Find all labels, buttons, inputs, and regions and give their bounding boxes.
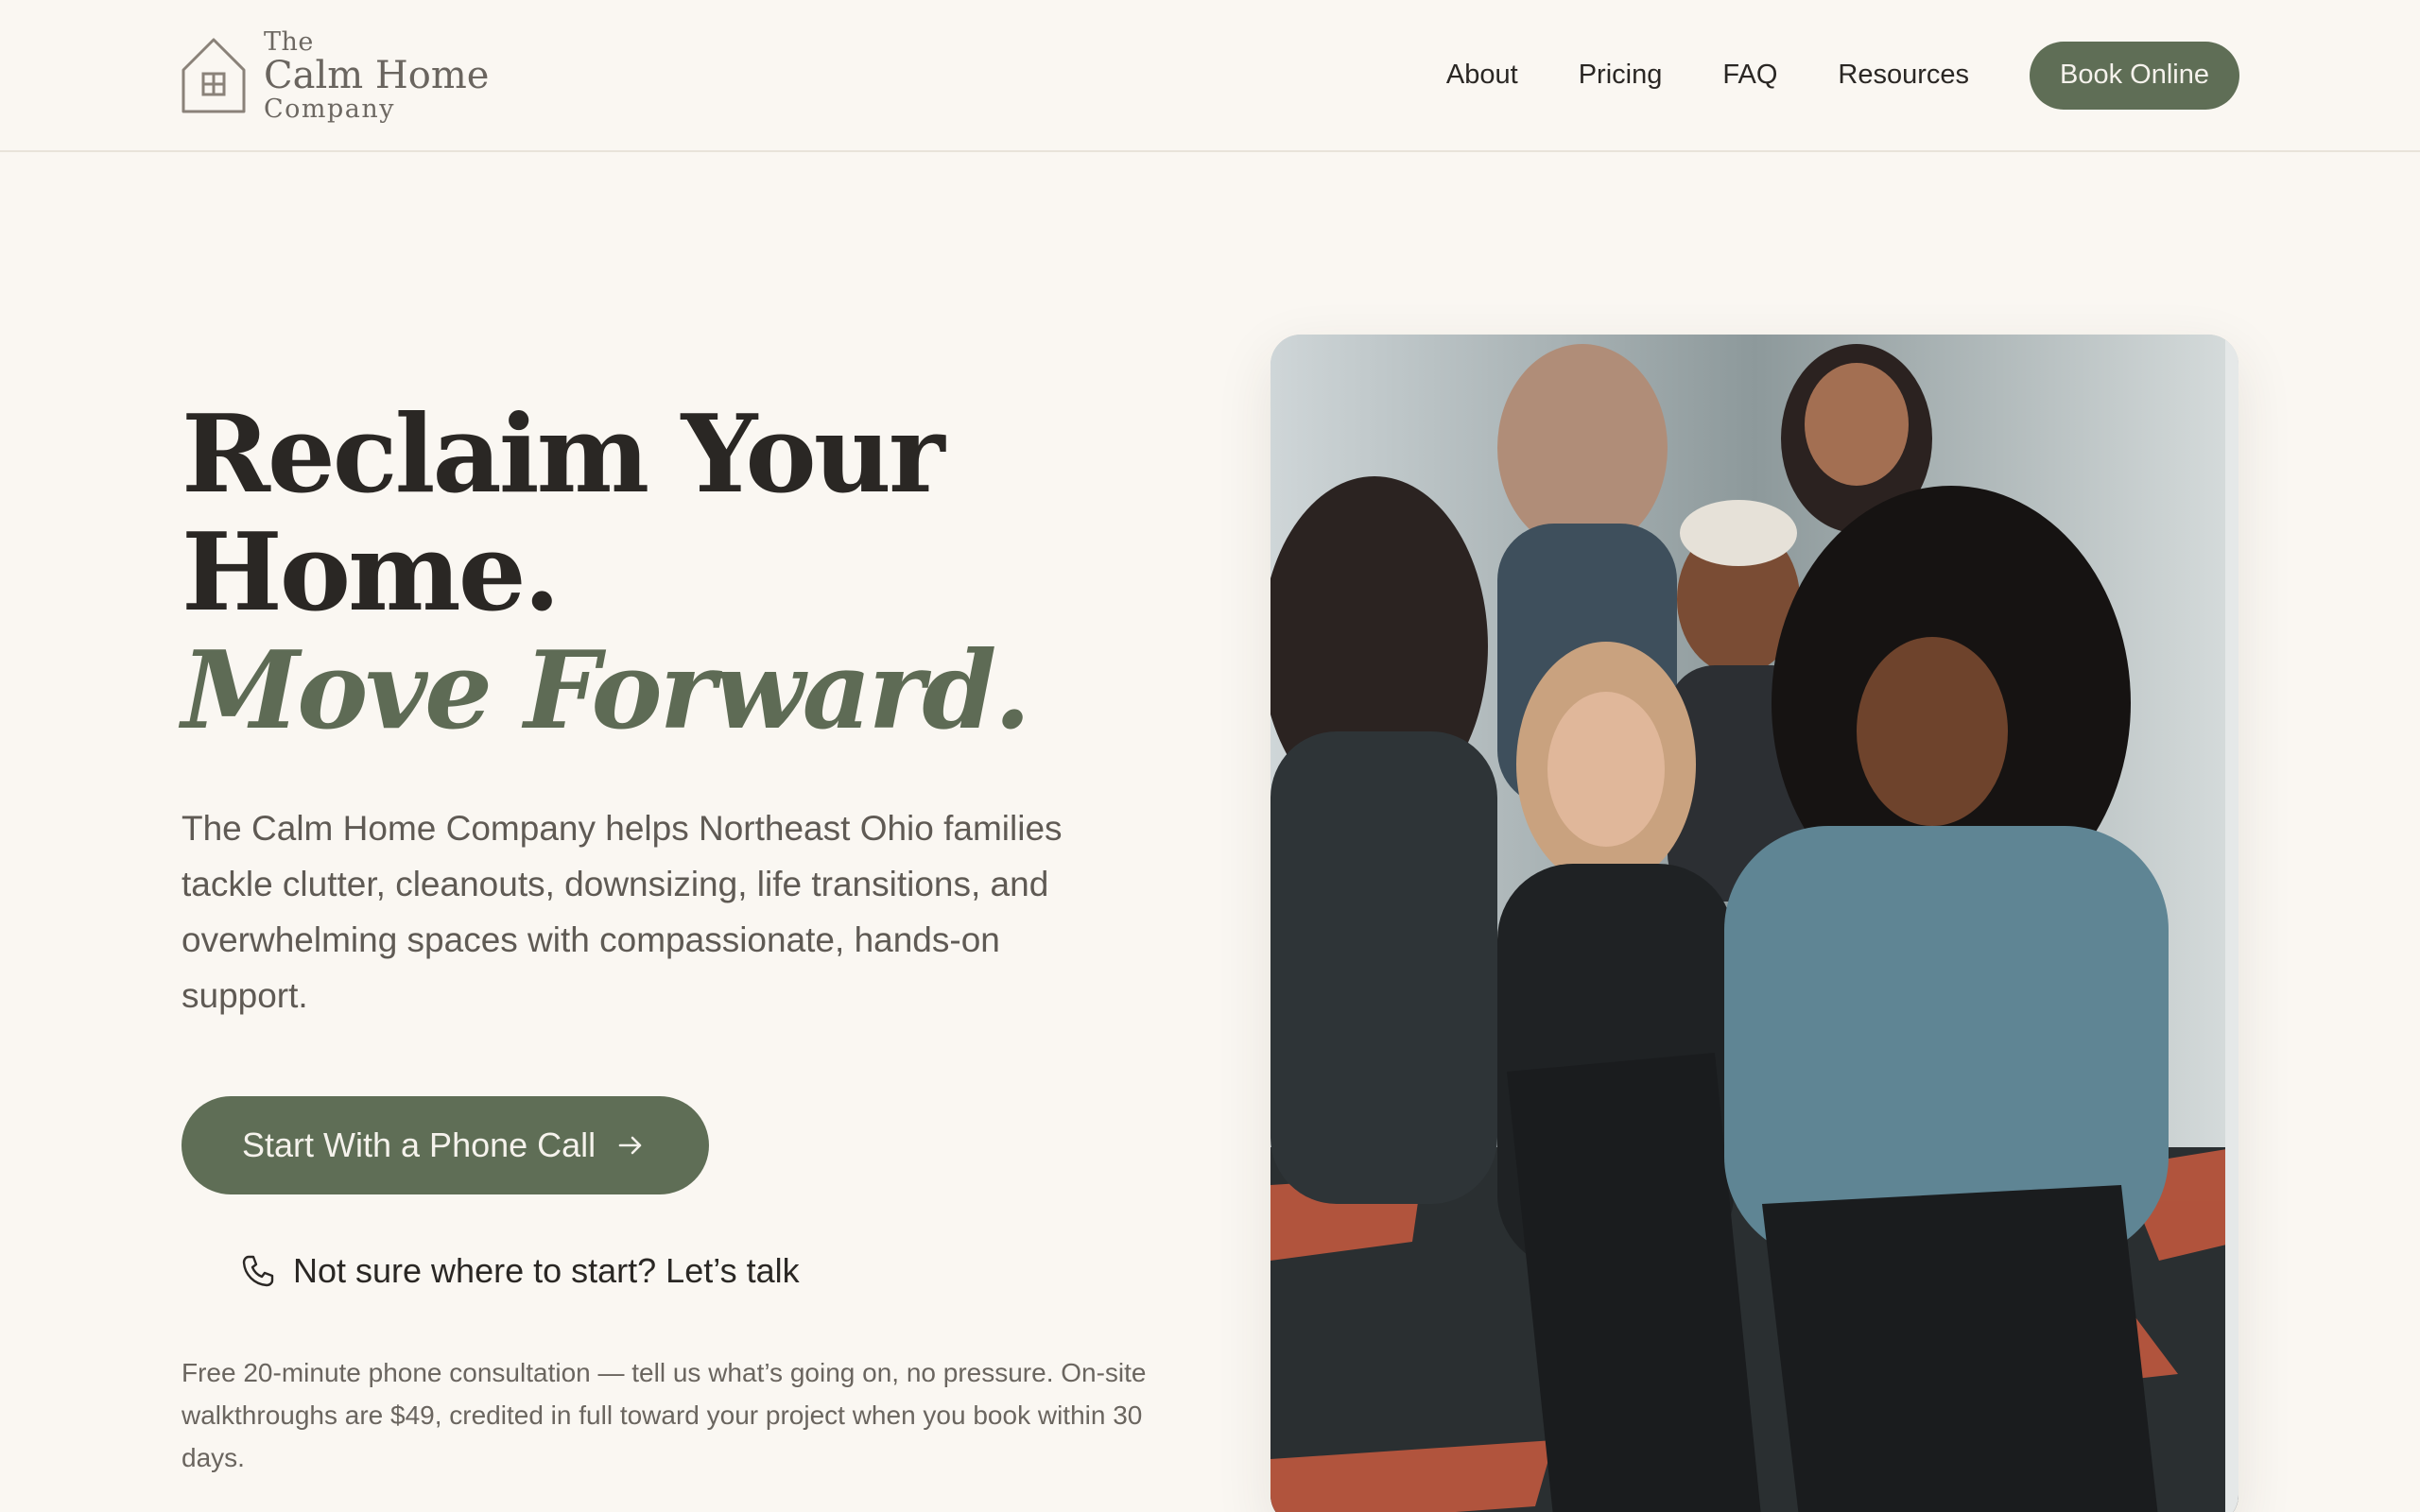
start-phone-call-button[interactable]: Start With a Phone Call	[182, 1096, 710, 1194]
book-online-button[interactable]: Book Online	[2030, 41, 2239, 110]
brand-name: Calm Home	[264, 53, 490, 97]
group-photo-illustration	[1270, 335, 2238, 1512]
phone-icon	[242, 1255, 274, 1287]
hero-headline: Reclaim Your Home. Move Forward.	[182, 395, 1184, 749]
headline-accent: Move Forward.	[182, 627, 1031, 753]
nav-faq[interactable]: FAQ	[1722, 60, 1777, 91]
headline-line-1: Reclaim Your	[182, 391, 945, 517]
nav-pricing[interactable]: Pricing	[1579, 60, 1663, 91]
arrow-right-icon	[618, 1136, 642, 1155]
main-nav: About Pricing FAQ Resources Book Online	[1446, 41, 2239, 110]
site-header: The Calm Home Company About Pricing FAQ …	[0, 0, 2420, 152]
brand-logo[interactable]: The Calm Home Company	[181, 29, 489, 122]
brand-wordmark: The Calm Home Company	[264, 29, 489, 122]
hero-content: Reclaim Your Home. Move Forward. The Cal…	[182, 395, 1184, 1472]
brand-the: The	[264, 26, 314, 57]
nav-about[interactable]: About	[1446, 60, 1518, 91]
hero-photo	[1270, 335, 2238, 1512]
landing-page: The Calm Home Company About Pricing FAQ …	[0, 0, 2420, 1512]
start-phone-call-label: Start With a Phone Call	[242, 1125, 596, 1164]
nav-resources[interactable]: Resources	[1838, 60, 1969, 91]
brand-company: Company	[264, 94, 396, 124]
lets-talk-label: Not sure where to start? Let’s talk	[293, 1251, 800, 1290]
house-icon	[182, 38, 246, 112]
hero-description: The Calm Home Company helps Northeast Oh…	[182, 809, 1063, 1015]
headline-line-2: Home.	[182, 509, 561, 635]
lets-talk-link[interactable]: Not sure where to start? Let’s talk	[240, 1251, 800, 1291]
consultation-note: Free 20-minute phone consultation — tell…	[182, 1358, 1147, 1472]
